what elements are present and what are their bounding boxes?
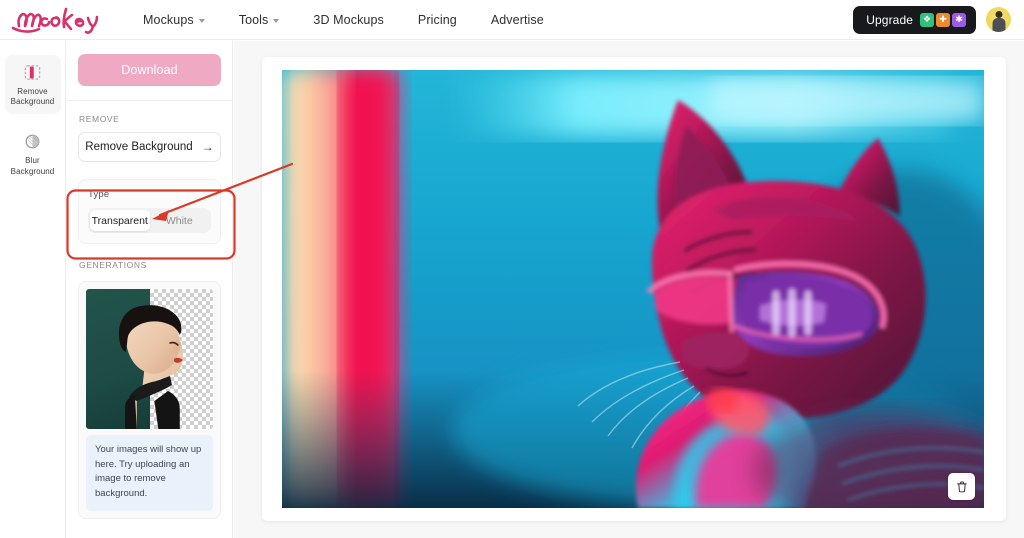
type-option-white[interactable]: White — [150, 210, 210, 231]
download-section: Download — [67, 41, 232, 101]
arrow-right-icon: → — [201, 140, 214, 154]
remove-background-button[interactable]: Remove Background → — [78, 132, 221, 162]
type-option-transparent[interactable]: Transparent — [90, 210, 150, 231]
remove-background-icon — [24, 65, 41, 80]
canvas-stage — [234, 41, 1024, 538]
remove-background-button-label: Remove Background — [85, 141, 193, 153]
chevron-down-icon — [273, 18, 280, 23]
blur-background-icon — [25, 135, 40, 149]
nav-item-tools-label: Tools — [238, 12, 269, 27]
image-canvas-card — [262, 57, 1006, 521]
main-menu: Mockups Tools 3D Mockups Pricing Adverti… — [126, 13, 561, 27]
upgrade-button[interactable]: Upgrade ❖ ✚ ✱ — [853, 5, 976, 34]
nav-item-mockups-label: Mockups — [143, 12, 194, 27]
chevron-down-icon — [198, 18, 205, 23]
nav-item-pricing-label: Pricing — [417, 12, 457, 27]
nav-right-group: Upgrade ❖ ✚ ✱ — [853, 5, 1011, 34]
generations-note: Your images will show up here. Try uploa… — [86, 435, 213, 511]
rail-item-blur-background-label: Blur Background — [10, 156, 55, 176]
type-label: Type — [88, 189, 110, 200]
top-navigation-bar: Mockups Tools 3D Mockups Pricing Adverti… — [0, 0, 1024, 40]
nav-item-3d-mockups-label: 3D Mockups — [313, 12, 384, 27]
nav-item-advertise-label: Advertise — [490, 12, 544, 27]
upgrade-button-label: Upgrade — [866, 12, 913, 27]
nav-item-advertise[interactable]: Advertise — [474, 13, 561, 27]
mockey-logo[interactable] — [8, 0, 112, 40]
generations-placeholder-card: Your images will show up here. Try uploa… — [78, 281, 221, 519]
delete-image-button[interactable] — [948, 473, 975, 500]
rail-item-remove-background[interactable]: Remove Background — [4, 55, 61, 115]
nav-item-pricing[interactable]: Pricing — [401, 13, 474, 27]
tool-rail: Remove Background Blur Background — [0, 41, 66, 538]
user-avatar[interactable] — [986, 7, 1011, 32]
neon-cat-photo — [282, 70, 984, 508]
generations-sample-thumbnail — [86, 289, 213, 429]
type-section: Type Transparent White — [78, 179, 221, 244]
upgrade-icon-group: ❖ ✚ ✱ — [920, 12, 966, 27]
portrait-illustration — [118, 305, 183, 429]
remove-section-title: REMOVE — [79, 114, 120, 124]
rail-item-blur-background[interactable]: Blur Background — [5, 124, 61, 183]
type-segmented-control: Transparent White — [88, 208, 211, 233]
app-root: Mockups Tools 3D Mockups Pricing Adverti… — [0, 0, 1024, 538]
puzzle-icon: ❖ — [920, 12, 934, 27]
nav-item-tools[interactable]: Tools — [222, 13, 297, 27]
nav-item-mockups[interactable]: Mockups — [126, 13, 222, 27]
trash-icon — [956, 481, 967, 492]
generations-section-title: GENERATIONS — [79, 260, 147, 270]
options-panel: Download REMOVE Remove Background → Type… — [67, 41, 233, 538]
mockey-logo-icon — [11, 7, 99, 34]
sparkle-icon: ✱ — [952, 12, 966, 27]
download-button[interactable]: Download — [78, 54, 221, 86]
nav-item-3d-mockups[interactable]: 3D Mockups — [296, 13, 400, 27]
plus-icon: ✚ — [936, 12, 950, 27]
preview-image[interactable] — [282, 70, 984, 508]
rail-item-remove-background-label: Remove Background — [10, 87, 55, 107]
